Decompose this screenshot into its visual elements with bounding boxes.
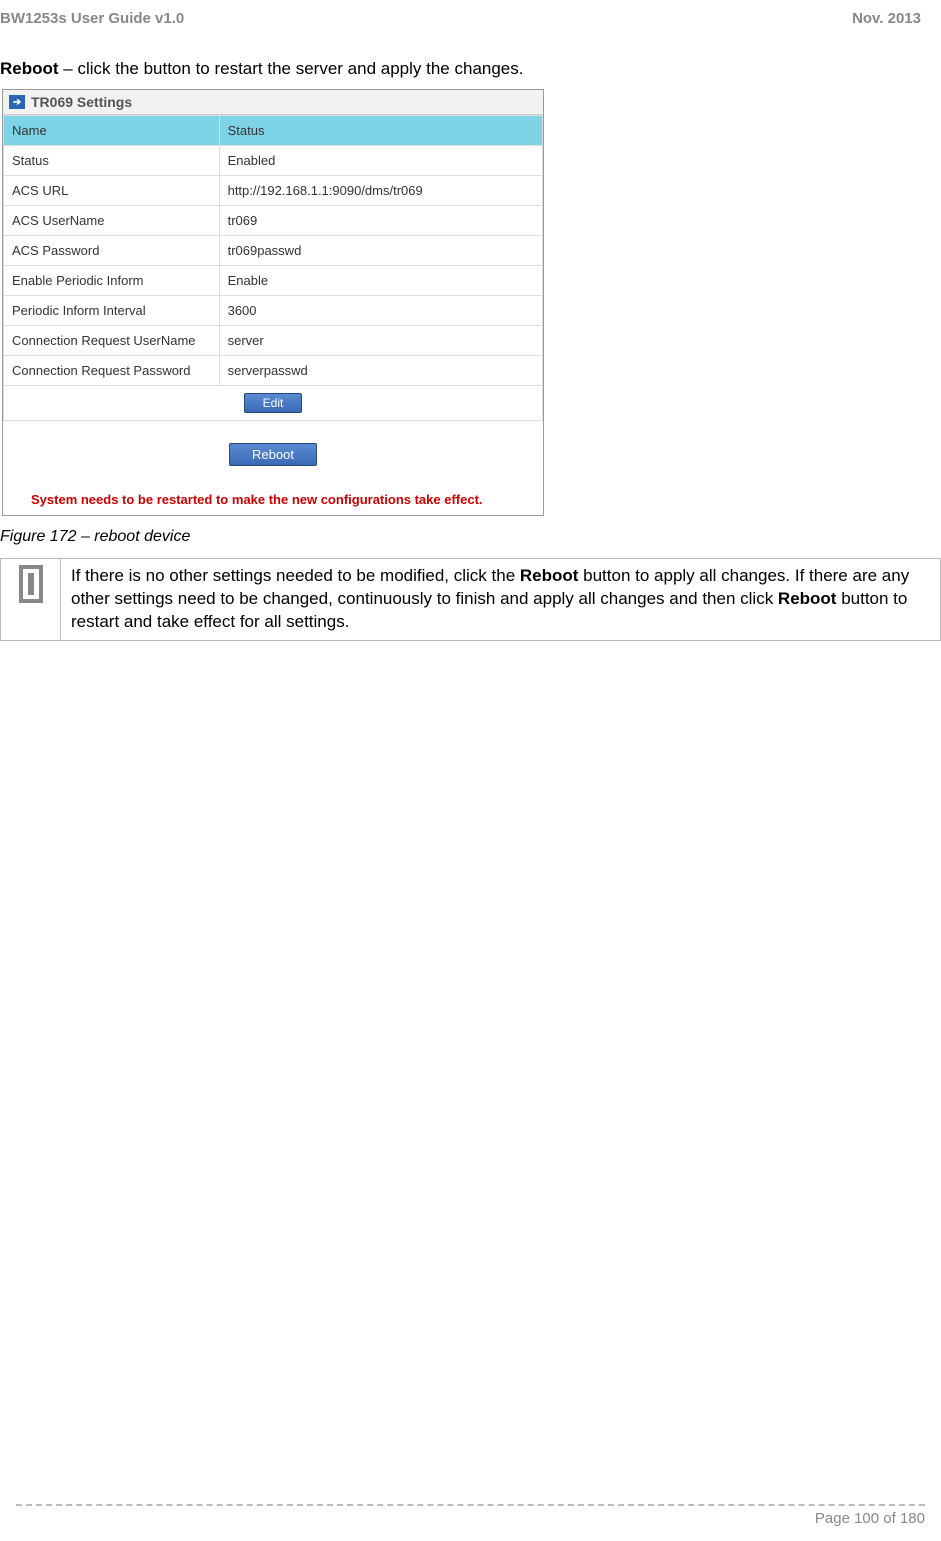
panel-header: ➔ TR069 Settings <box>3 90 543 115</box>
table-row: Periodic Inform Interval3600 <box>4 296 543 326</box>
doc-date: Nov. 2013 <box>852 10 921 27</box>
row-value: http://192.168.1.1:9090/dms/tr069 <box>219 176 542 206</box>
row-label: Connection Request UserName <box>4 326 220 356</box>
row-label: Periodic Inform Interval <box>4 296 220 326</box>
table-header-row: Name Status <box>4 116 543 146</box>
row-label: Status <box>4 146 220 176</box>
row-value: server <box>219 326 542 356</box>
note-bold2: Reboot <box>778 589 837 608</box>
col-name: Name <box>4 116 220 146</box>
info-icon <box>19 565 43 603</box>
note-icon-cell <box>1 559 61 641</box>
edit-row: Edit <box>4 386 543 421</box>
row-value: Enable <box>219 266 542 296</box>
figure-caption: Figure 172 – reboot device <box>0 516 941 558</box>
row-label: ACS URL <box>4 176 220 206</box>
table-row: ACS URLhttp://192.168.1.1:9090/dms/tr069 <box>4 176 543 206</box>
note-bold1: Reboot <box>520 566 579 585</box>
page-header: BW1253s User Guide v1.0 Nov. 2013 <box>0 0 941 35</box>
page-content: Reboot – click the button to restart the… <box>0 35 941 641</box>
row-label: Enable Periodic Inform <box>4 266 220 296</box>
panel-title: TR069 Settings <box>31 94 132 110</box>
reboot-rest: – click the button to restart the server… <box>59 59 524 78</box>
table-row: ACS Passwordtr069passwd <box>4 236 543 266</box>
row-value: tr069 <box>219 206 542 236</box>
table-row: Connection Request Passwordserverpasswd <box>4 356 543 386</box>
reboot-word: Reboot <box>0 59 59 78</box>
col-status: Status <box>219 116 542 146</box>
table-row: Enable Periodic InformEnable <box>4 266 543 296</box>
reboot-row: Reboot <box>3 421 543 484</box>
row-value: serverpasswd <box>219 356 542 386</box>
reboot-paragraph: Reboot – click the button to restart the… <box>0 35 941 89</box>
row-value: 3600 <box>219 296 542 326</box>
table-row: Connection Request UserNameserver <box>4 326 543 356</box>
edit-button[interactable]: Edit <box>244 393 303 413</box>
settings-table: Name Status StatusEnabled ACS URLhttp://… <box>3 115 543 421</box>
table-row: StatusEnabled <box>4 146 543 176</box>
row-value: Enabled <box>219 146 542 176</box>
row-label: Connection Request Password <box>4 356 220 386</box>
page-footer: Page 100 of 180 <box>16 1504 925 1527</box>
row-label: ACS Password <box>4 236 220 266</box>
note-text: If there is no other settings needed to … <box>61 559 941 641</box>
table-row: ACS UserNametr069 <box>4 206 543 236</box>
note-part1: If there is no other settings needed to … <box>71 566 520 585</box>
row-value: tr069passwd <box>219 236 542 266</box>
arrow-right-icon: ➔ <box>9 95 25 109</box>
page-number: Page 100 of 180 <box>815 1510 925 1527</box>
restart-warning: System needs to be restarted to make the… <box>3 484 543 515</box>
doc-title: BW1253s User Guide v1.0 <box>0 10 184 27</box>
reboot-button[interactable]: Reboot <box>229 443 317 466</box>
tr069-screenshot: ➔ TR069 Settings Name Status StatusEnabl… <box>2 89 544 516</box>
row-label: ACS UserName <box>4 206 220 236</box>
note-box: If there is no other settings needed to … <box>0 558 941 641</box>
